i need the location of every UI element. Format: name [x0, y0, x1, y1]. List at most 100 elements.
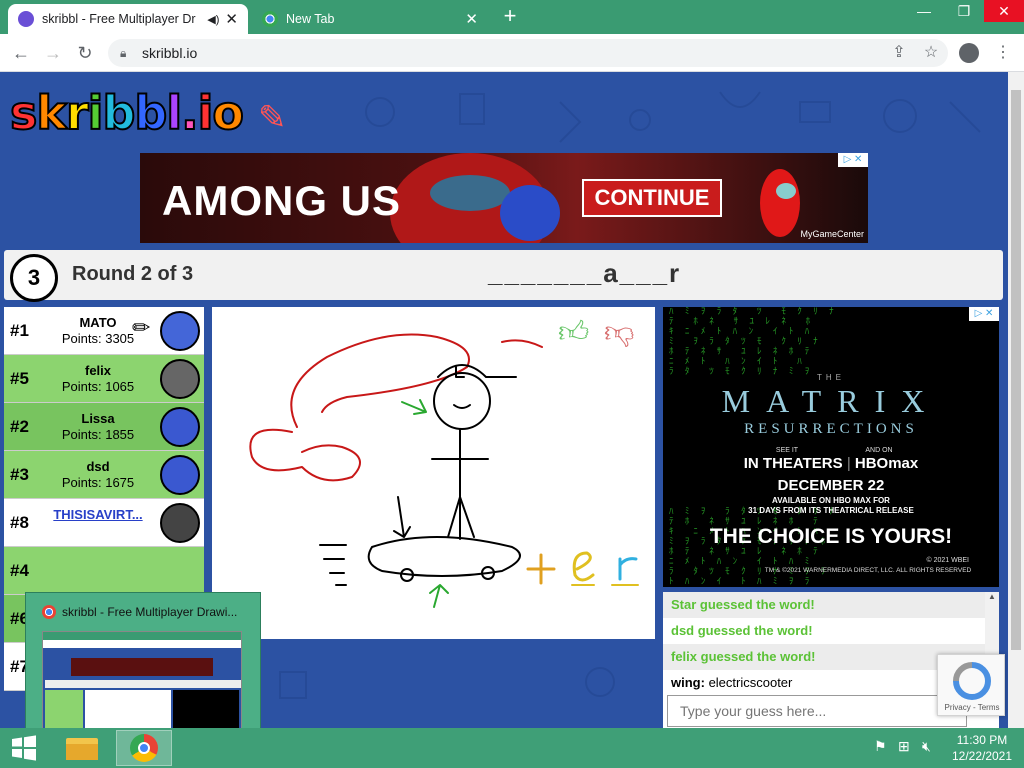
chrome-taskbar-icon[interactable]	[116, 730, 172, 766]
adchoices-icon[interactable]: ▷ ✕	[838, 153, 868, 167]
profile-icon[interactable]	[956, 40, 982, 66]
ad-the: THE	[817, 373, 845, 382]
lock-icon[interactable]: 🔒︎	[120, 39, 126, 67]
back-button[interactable]: ←	[8, 40, 34, 66]
restore-button[interactable]: ❐	[944, 0, 984, 22]
player-row[interactable]: #3 dsd Points: 1675	[4, 451, 204, 499]
player-points: Points: 1065	[61, 379, 135, 394]
player-row[interactable]: #5 felix Points: 1065	[4, 355, 204, 403]
drawing-strokes	[249, 333, 639, 608]
player-rank: #2	[10, 417, 29, 436]
preview-title: skribbl - Free Multiplayer Drawi...	[42, 605, 237, 619]
tab-new-tab[interactable]: New Tab ✕	[252, 4, 488, 34]
player-row[interactable]: #4	[4, 547, 204, 595]
share-icon[interactable]: ⇪	[886, 40, 912, 66]
among-us-banner-ad[interactable]: AMONG US CONTINUE MyGameCenter ▷ ✕	[140, 153, 868, 243]
ad-subtitle: RESURRECTIONS	[744, 421, 918, 437]
skribbl-favicon-icon	[18, 11, 34, 27]
pencil-icon: ✎	[258, 98, 286, 138]
ad-theaters-line: IN THEATERS | HBOmax	[743, 455, 919, 472]
ad-matrix-title: MATRIX	[721, 383, 941, 419]
menu-kebab-icon[interactable]: ⋮	[990, 40, 1016, 66]
round-bar: 3 Round 2 of 3 _______a___r	[4, 250, 1003, 302]
audio-icon[interactable]: ◀)	[207, 13, 219, 26]
player-row[interactable]: #1 MATO Points: 3305 ✏	[4, 307, 204, 355]
url-text: skribbl.io	[142, 45, 198, 61]
close-tab-icon[interactable]: ✕	[465, 10, 478, 28]
guess-text: Star guessed the word!	[671, 597, 815, 612]
player-rank: #4	[10, 561, 29, 580]
chat-message: dsd guessed the word!	[663, 618, 999, 644]
guess-text: dsd guessed the word!	[671, 623, 813, 638]
ad-days: 31 DAYS FROM ITS THEATRICAL RELEASE	[748, 506, 914, 515]
recaptcha-icon	[953, 662, 991, 700]
word-hint: _______a___r	[488, 258, 682, 288]
chrome-icon	[42, 605, 56, 619]
guess-input[interactable]	[667, 695, 967, 727]
player-row[interactable]: #8 THISISAVIRT...	[4, 499, 204, 547]
chrome-favicon-icon	[262, 11, 278, 27]
ad-brand: MyGameCenter	[800, 229, 864, 239]
ad-continue-button[interactable]: CONTINUE	[582, 179, 722, 217]
browser-tab-strip: skribbl - Free Multiplayer Dr ◀) ✕ New T…	[0, 0, 1024, 34]
reload-button[interactable]: ↻	[72, 40, 98, 66]
matrix-side-ad[interactable]: ﾊ ﾐ ｦ ﾗ ﾀ ﾂ ﾓ ｸ ﾘ ﾅ ﾃ ﾎ ﾈ ｻ ﾕ ﾚ ﾈ ﾎ ｷ ﾆ …	[663, 307, 999, 587]
player-avatar	[160, 455, 200, 495]
ad-copyright-2: TM & ©2021 WARNERMEDIA DIRECT, LLC. ALL …	[764, 567, 972, 574]
page-scrollbar[interactable]	[1008, 72, 1024, 730]
player-avatar	[160, 503, 200, 543]
preview-image	[42, 631, 242, 730]
player-avatar	[160, 359, 200, 399]
adchoices-icon[interactable]: ▷ ✕	[969, 307, 999, 321]
forward-button[interactable]: →	[40, 40, 66, 66]
ad-tagline: THE CHOICE IS YOURS!	[709, 525, 953, 548]
close-window-button[interactable]: ✕	[984, 0, 1024, 22]
chat-message: Star guessed the word!	[663, 592, 999, 618]
minimize-button[interactable]: —	[904, 0, 944, 22]
player-rank: #1	[10, 321, 29, 340]
ad-available: AVAILABLE ON HBO MAX FOR	[772, 496, 890, 505]
clock-time: 11:30 PM	[956, 733, 1008, 747]
player-points: Points: 1675	[61, 475, 135, 490]
drawing-pencil-icon: ✏	[132, 315, 151, 340]
scrollbar-thumb[interactable]	[1011, 90, 1021, 650]
chat-text: electricscooter	[708, 675, 793, 690]
flag-icon[interactable]: ⚑	[874, 738, 887, 755]
windows-start-icon[interactable]	[10, 734, 38, 762]
taskbar-clock[interactable]: 11:30 PM 12/22/2021	[944, 732, 1020, 764]
ad-see-it: SEE IT	[775, 447, 799, 454]
drawing-canvas[interactable]: 👍︎ 👎︎	[212, 307, 655, 639]
recaptcha-label[interactable]: Privacy - Terms	[938, 703, 1006, 712]
new-tab-button[interactable]: +	[498, 4, 522, 30]
thumbs-down-icon[interactable]: 👎︎	[604, 315, 634, 351]
preview-title-text: skribbl - Free Multiplayer Drawi...	[62, 605, 238, 619]
player-avatar	[160, 407, 200, 447]
player-row[interactable]: #2 Lissa Points: 1855	[4, 403, 204, 451]
player-rank: #5	[10, 369, 29, 388]
address-bar-area: ← → ↻ 🔒︎ skribbl.io ⇪ ☆ ⋮	[0, 34, 1024, 72]
timer-clock-icon: 3	[10, 254, 58, 302]
url-field[interactable]: 🔒︎ skribbl.io	[108, 39, 948, 67]
player-avatar	[160, 311, 200, 351]
thumbs-up-icon[interactable]: 👍︎	[558, 315, 589, 351]
recaptcha-badge[interactable]: Privacy - Terms	[937, 654, 1005, 716]
tab-skribbl[interactable]: skribbl - Free Multiplayer Dr ◀) ✕	[8, 4, 248, 34]
player-name: Lissa	[81, 411, 115, 426]
ad-copyright-1: © 2021 WBEI	[926, 557, 969, 564]
player-rank: #8	[10, 513, 29, 532]
round-timer: 3	[27, 265, 41, 290]
close-tab-icon[interactable]: ✕	[225, 10, 238, 28]
file-explorer-icon[interactable]	[58, 730, 106, 766]
player-name: felix	[84, 363, 111, 378]
ad-date: DECEMBER 22	[777, 477, 885, 494]
chat-user: wing:	[671, 675, 705, 690]
clock-date: 12/22/2021	[951, 749, 1013, 763]
taskbar-window-preview[interactable]: skribbl - Free Multiplayer Drawi...	[25, 592, 261, 730]
ad-title: AMONG US	[162, 177, 401, 224]
network-icon[interactable]: ⊞	[898, 738, 910, 755]
bookmark-star-icon[interactable]: ☆	[918, 40, 944, 66]
skribbl-logo[interactable]: skribbl.io ✎	[9, 85, 286, 141]
player-points: Points: 1855	[61, 427, 135, 442]
windows-taskbar: ⚑ ⊞ 🔇︎ 11:30 PM 12/22/2021	[0, 728, 1024, 768]
volume-muted-icon[interactable]: 🔇︎	[922, 738, 931, 755]
